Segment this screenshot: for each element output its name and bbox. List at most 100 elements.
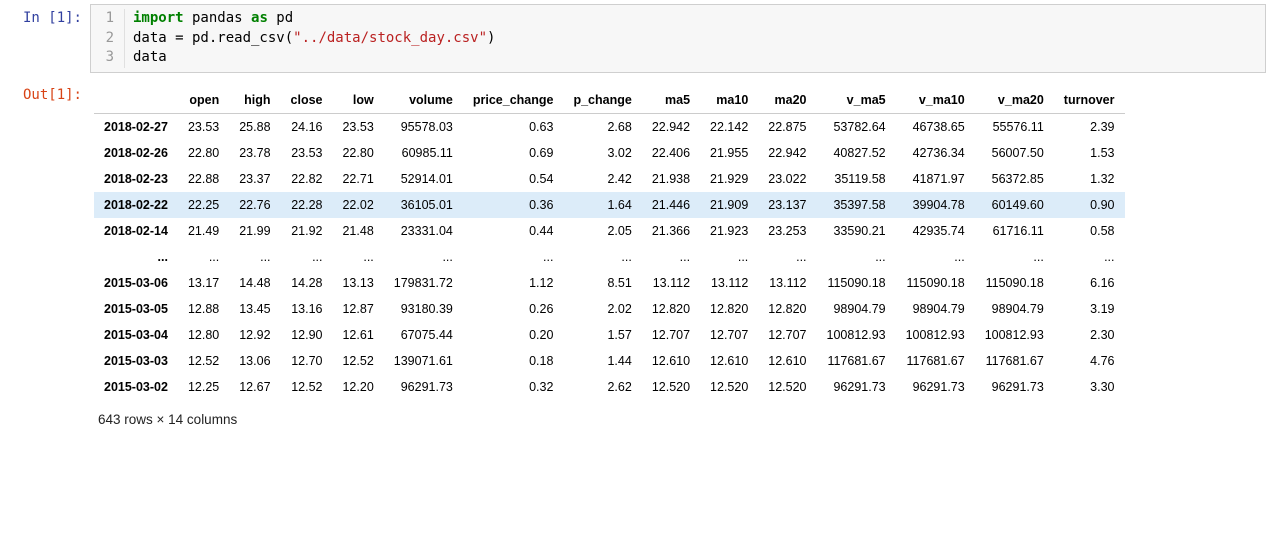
- cell: 55576.11: [975, 113, 1054, 140]
- ellipsis-cell: ...: [758, 244, 816, 270]
- ellipsis-row: ........................................…: [94, 244, 1125, 270]
- cell: 23.37: [229, 166, 280, 192]
- ellipsis-cell: ...: [384, 244, 463, 270]
- dataframe-summary: 643 rows × 14 columns: [94, 400, 1262, 431]
- cell: 12.610: [642, 348, 700, 374]
- cell: 22.76: [229, 192, 280, 218]
- cell: 12.90: [281, 322, 333, 348]
- cell: 0.20: [463, 322, 564, 348]
- cell: 12.70: [281, 348, 333, 374]
- cell: 23.53: [281, 140, 333, 166]
- ellipsis-cell: ...: [1054, 244, 1125, 270]
- cell: 56007.50: [975, 140, 1054, 166]
- cell: 35119.58: [817, 166, 896, 192]
- cell: 42736.34: [896, 140, 975, 166]
- ellipsis-cell: ...: [563, 244, 641, 270]
- cell: 21.923: [700, 218, 758, 244]
- cell: 14.48: [229, 270, 280, 296]
- cell: 96291.73: [817, 374, 896, 400]
- input-prompt: In [1]:: [0, 4, 90, 73]
- cell: 3.30: [1054, 374, 1125, 400]
- line-number: 3: [91, 48, 125, 68]
- row-index: 2015-03-06: [94, 270, 178, 296]
- cell: 21.99: [229, 218, 280, 244]
- cell: 12.520: [642, 374, 700, 400]
- cell: 96291.73: [384, 374, 463, 400]
- table-row: 2018-02-2322.8823.3722.8222.7152914.010.…: [94, 166, 1125, 192]
- ellipsis-cell: ...: [229, 244, 280, 270]
- ellipsis-cell: ...: [700, 244, 758, 270]
- cell: 117681.67: [975, 348, 1054, 374]
- cell: 53782.64: [817, 113, 896, 140]
- column-header: open: [178, 87, 229, 114]
- column-header: ma10: [700, 87, 758, 114]
- cell: 22.80: [178, 140, 229, 166]
- ellipsis-cell: ...: [94, 244, 178, 270]
- row-index: 2015-03-04: [94, 322, 178, 348]
- cell: 12.707: [700, 322, 758, 348]
- cell: 39904.78: [896, 192, 975, 218]
- cell: 12.80: [178, 322, 229, 348]
- cell: 24.16: [281, 113, 333, 140]
- ellipsis-cell: ...: [642, 244, 700, 270]
- cell: 12.610: [758, 348, 816, 374]
- table-row: 2015-03-0312.5213.0612.7012.52139071.610…: [94, 348, 1125, 374]
- cell: 98904.79: [896, 296, 975, 322]
- code-line: 2data = pd.read_csv("../data/stock_day.c…: [91, 29, 1265, 49]
- cell: 46738.65: [896, 113, 975, 140]
- cell: 33590.21: [817, 218, 896, 244]
- cell: 13.13: [332, 270, 383, 296]
- cell: 42935.74: [896, 218, 975, 244]
- ellipsis-cell: ...: [817, 244, 896, 270]
- cell: 115090.18: [975, 270, 1054, 296]
- cell: 22.88: [178, 166, 229, 192]
- cell: 117681.67: [896, 348, 975, 374]
- cell: 22.82: [281, 166, 333, 192]
- cell: 100812.93: [896, 322, 975, 348]
- cell: 40827.52: [817, 140, 896, 166]
- cell: 12.61: [332, 322, 383, 348]
- cell: 12.52: [281, 374, 333, 400]
- cell: 13.06: [229, 348, 280, 374]
- cell: 2.30: [1054, 322, 1125, 348]
- cell: 12.67: [229, 374, 280, 400]
- output-cell: Out[1]: openhighcloselowvolumeprice_chan…: [0, 77, 1266, 441]
- code-editor[interactable]: 1import pandas as pd2data = pd.read_csv(…: [90, 4, 1266, 73]
- cell: 4.76: [1054, 348, 1125, 374]
- cell: 21.909: [700, 192, 758, 218]
- cell: 12.520: [758, 374, 816, 400]
- cell: 3.02: [563, 140, 641, 166]
- table-row: 2018-02-2723.5325.8824.1623.5395578.030.…: [94, 113, 1125, 140]
- cell: 1.12: [463, 270, 564, 296]
- cell: 12.820: [642, 296, 700, 322]
- cell: 41871.97: [896, 166, 975, 192]
- cell: 0.18: [463, 348, 564, 374]
- cell: 117681.67: [817, 348, 896, 374]
- ellipsis-cell: ...: [281, 244, 333, 270]
- line-number: 1: [91, 9, 125, 29]
- cell: 1.32: [1054, 166, 1125, 192]
- cell: 35397.58: [817, 192, 896, 218]
- cell: 0.58: [1054, 218, 1125, 244]
- cell: 2.39: [1054, 113, 1125, 140]
- cell: 22.406: [642, 140, 700, 166]
- code-content: data = pd.read_csv("../data/stock_day.cs…: [125, 29, 495, 49]
- cell: 52914.01: [384, 166, 463, 192]
- column-header: high: [229, 87, 280, 114]
- cell: 115090.18: [817, 270, 896, 296]
- cell: 1.53: [1054, 140, 1125, 166]
- cell: 22.142: [700, 113, 758, 140]
- cell: 23.53: [178, 113, 229, 140]
- output-area: openhighcloselowvolumeprice_changep_chan…: [90, 81, 1266, 437]
- cell: 100812.93: [817, 322, 896, 348]
- cell: 21.955: [700, 140, 758, 166]
- cell: 0.44: [463, 218, 564, 244]
- cell: 25.88: [229, 113, 280, 140]
- cell: 21.366: [642, 218, 700, 244]
- table-row: 2015-03-0212.2512.6712.5212.2096291.730.…: [94, 374, 1125, 400]
- cell: 2.68: [563, 113, 641, 140]
- column-header: p_change: [563, 87, 641, 114]
- cell: 12.92: [229, 322, 280, 348]
- row-index: 2018-02-27: [94, 113, 178, 140]
- ellipsis-cell: ...: [332, 244, 383, 270]
